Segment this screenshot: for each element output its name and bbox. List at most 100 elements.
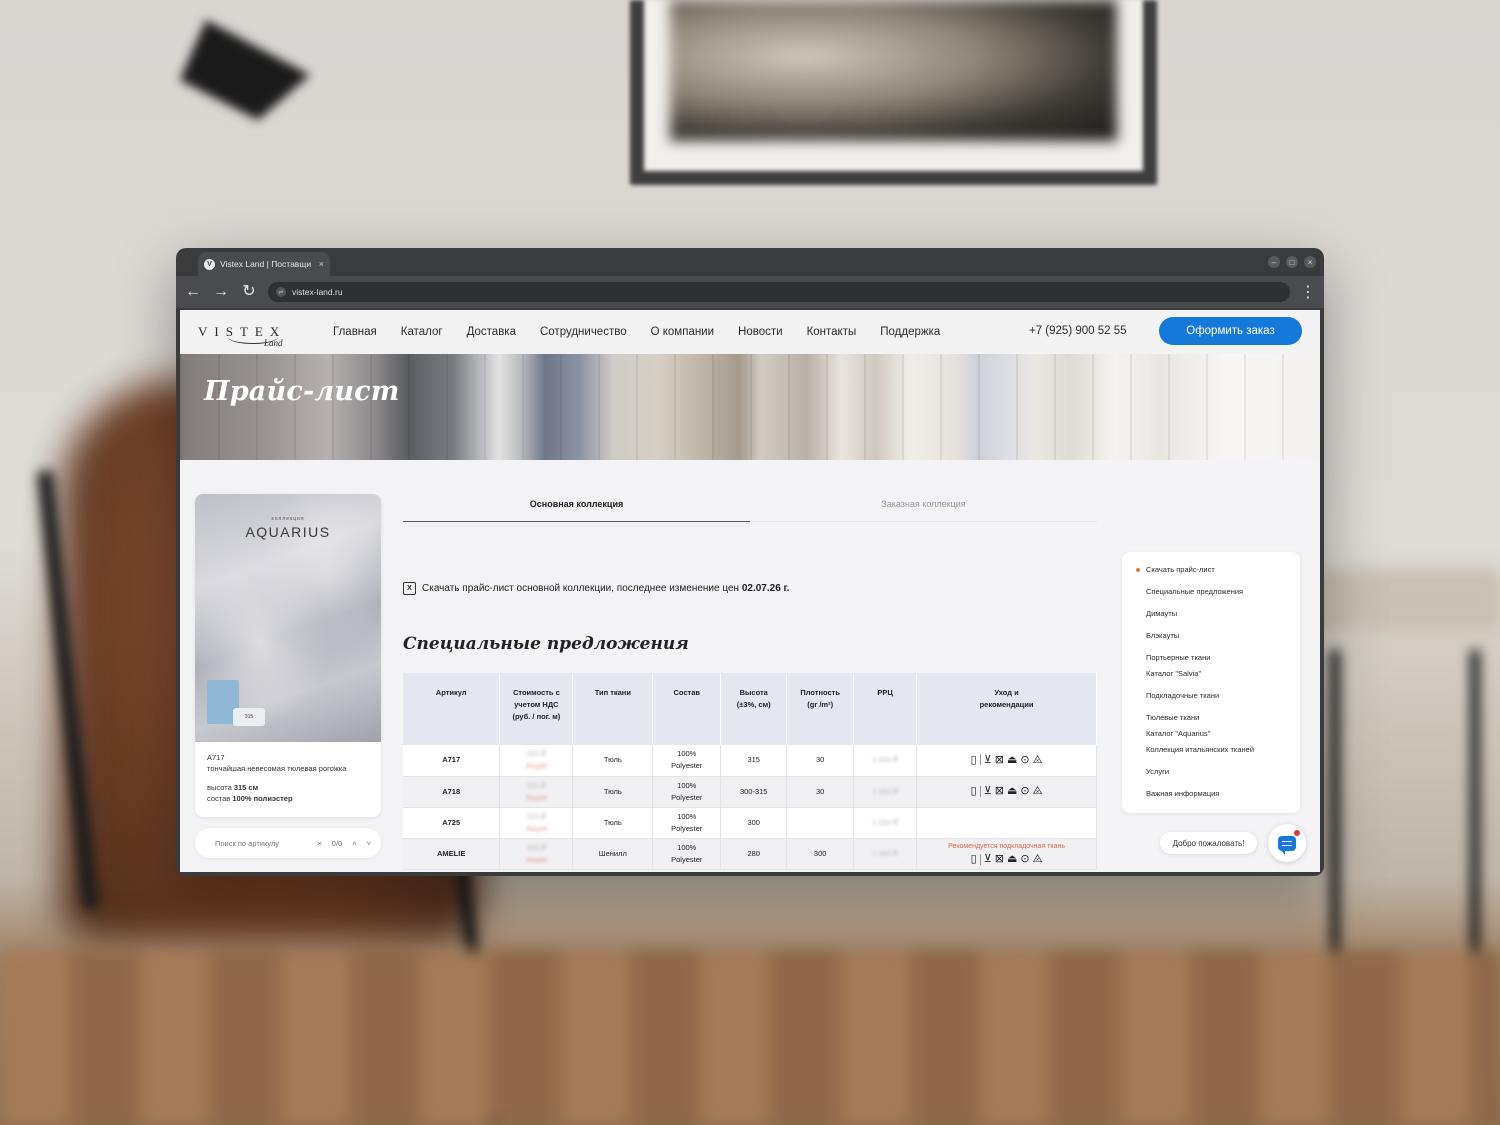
clear-icon[interactable]: × <box>317 839 321 848</box>
cell-height: 315 <box>720 745 788 777</box>
cell-density <box>786 807 855 839</box>
search-input[interactable]: Поиск по артикулу <box>215 839 307 848</box>
product-card[interactable]: коллекция AQUARIUS 315 A717 тончайшая не… <box>195 494 381 817</box>
toc-lining-fabrics[interactable]: Подкладочные ткани <box>1134 688 1288 704</box>
hero-banner: Прайс-лист <box>180 354 1320 460</box>
tab-main-collection[interactable]: Основная коллекция <box>403 486 750 522</box>
nav-delivery[interactable]: Доставка <box>467 326 516 338</box>
article-search[interactable]: Поиск по артикулу × 0/0 ˄ ˅ <box>195 828 381 858</box>
chat-icon <box>1278 835 1296 855</box>
browser-menu-icon[interactable]: ⋮ <box>1300 282 1316 302</box>
tumble-dry-icon: ▯ <box>970 785 977 797</box>
toc-dimouts[interactable]: Димауты <box>1134 606 1288 622</box>
toc-important-info[interactable]: Важная информация <box>1134 786 1288 802</box>
cell-price: 325 ₽ Акция <box>499 745 574 777</box>
tab-close-icon[interactable]: × <box>319 259 324 269</box>
back-arrow-icon[interactable]: ← <box>184 284 202 300</box>
site-logo[interactable]: VISTEX Land <box>198 316 288 350</box>
table-row[interactable]: A718 325 ₽ Акция Тюль 100% Polyester 300-… <box>403 776 1097 808</box>
cell-price: 325 ₽ Акция <box>499 838 574 870</box>
toc-catalog-salvia[interactable]: Каталог "Salvia" <box>1134 666 1288 682</box>
col-care: Уход и рекомендации <box>916 673 1097 745</box>
chat-button[interactable] <box>1268 824 1306 862</box>
care-icons: ▯ ⊻ ⊠ ⏏ ⊙ ⨻ <box>971 785 1043 797</box>
toc-blackouts[interactable]: Блэкауты <box>1134 628 1288 644</box>
download-text: Скачать прайс-лист основной коллекции, п… <box>422 583 790 594</box>
care-icons: ▯ ⊻ ⊠ ⏏ ⊙ ⨻ <box>971 853 1043 865</box>
cell-composition: 100% Polyester <box>652 807 722 839</box>
table-row[interactable]: A725 325 ₽ Акция Тюль 100% Polyester 300 … <box>403 807 1097 839</box>
tab-custom-collection[interactable]: Заказная коллекция <box>750 486 1097 522</box>
site-info-icon[interactable]: ⇌ <box>276 287 286 297</box>
nav-about[interactable]: О компании <box>651 326 714 338</box>
welcome-bubble[interactable]: Добро пожаловать! <box>1160 832 1257 854</box>
cell-composition: 100% Polyester <box>652 776 722 808</box>
iron-icon: ⏏ <box>1006 753 1018 766</box>
maximize-icon[interactable]: □ <box>1286 256 1298 268</box>
tumble-dry-icon: ▯ <box>970 753 977 766</box>
no-bleach-icon: ⨻ <box>1032 785 1043 797</box>
cell-density: 300 <box>786 838 855 870</box>
tab-title: Vistex Land | Поставщи <box>220 259 312 269</box>
close-window-icon[interactable]: × <box>1304 256 1316 268</box>
cell-height: 280 <box>720 838 788 870</box>
col-rrp: РРЦ <box>853 673 918 745</box>
nav-home[interactable]: Главная <box>333 326 377 338</box>
order-button[interactable]: Оформить заказ <box>1159 317 1302 345</box>
nav-support[interactable]: Поддержка <box>880 326 940 338</box>
toc-catalog-aquarius[interactable]: Каталог "Aquarius" <box>1134 726 1288 742</box>
toc-download[interactable]: Скачать прайс-лист <box>1134 562 1288 578</box>
reload-icon[interactable]: ↻ <box>240 284 258 300</box>
recommendation-note: Рекомендуется подкладочная ткань <box>948 843 1065 850</box>
url-field[interactable]: ⇌ vistex-land.ru <box>268 282 1290 302</box>
browser-window: V Vistex Land | Поставщи × – □ × ← → ↻ ⇌… <box>176 248 1324 876</box>
toc-special-offers[interactable]: Специальные предложения <box>1134 584 1288 600</box>
cell-article: A718 <box>403 776 501 808</box>
tumble-dry-icon: ▯ <box>970 853 977 865</box>
cell-article: A717 <box>403 745 501 777</box>
table-row[interactable]: A717 325 ₽ Акция Тюль 100% Polyester 315 … <box>403 745 1097 777</box>
col-density: Плотность (gr /m²) <box>786 673 855 745</box>
nav-news[interactable]: Новости <box>738 326 783 338</box>
toc-tulle-fabrics[interactable]: Тюлевые ткани <box>1134 710 1288 726</box>
tab-bar: V Vistex Land | Поставщи × – □ × <box>176 248 1324 276</box>
product-height: высота 315 см <box>207 783 259 792</box>
browser-tab[interactable]: V Vistex Land | Поставщи × <box>198 252 330 276</box>
col-composition: Состав <box>652 673 722 745</box>
nav-cooperation[interactable]: Сотрудничество <box>540 326 627 338</box>
excel-file-icon: X <box>403 582 416 595</box>
chevron-down-icon[interactable]: ˅ <box>367 839 371 848</box>
notification-dot <box>1294 830 1300 836</box>
wash-icon: ⊻ <box>983 785 992 797</box>
minimize-icon[interactable]: – <box>1268 256 1280 268</box>
chevron-up-icon[interactable]: ˄ <box>352 839 356 848</box>
main-nav: Главная Каталог Доставка Сотрудничество … <box>333 310 964 354</box>
col-price: Стоимость с учетом НДС (руб. / пог. м) <box>499 673 574 745</box>
window-controls: – □ × <box>1268 256 1316 268</box>
no-tumble-icon: ⊠ <box>994 853 1004 865</box>
product-article: A717 <box>207 753 225 762</box>
care-icons: ▯ ⊻ ⊠ ⏏ ⊙ ⨻ <box>971 754 1043 766</box>
wash-icon: ⊻ <box>983 753 992 766</box>
table-row[interactable]: AMELIE 325 ₽ Акция Шенилл 100% Polyester … <box>403 838 1097 870</box>
background-wall <box>1300 570 1500 630</box>
wash-icon: ⊻ <box>983 853 992 865</box>
toc-curtain-fabrics[interactable]: Портьерные ткани <box>1134 650 1288 666</box>
nav-contacts[interactable]: Контакты <box>807 326 857 338</box>
download-price-list-link[interactable]: X Скачать прайс-лист основной коллекции,… <box>403 582 790 595</box>
cell-price: 325 ₽ Акция <box>499 807 574 839</box>
toc-services[interactable]: Услуги <box>1134 764 1288 780</box>
col-height: Высота (±3%, см) <box>720 673 788 745</box>
logo-sub: Land <box>264 338 283 348</box>
nav-catalog[interactable]: Каталог <box>401 326 443 338</box>
page-viewport: VISTEX Land Главная Каталог Доставка Сот… <box>180 310 1320 872</box>
toc-italian-collection[interactable]: Коллекция итальянских тканей <box>1134 742 1288 758</box>
background-picture-frame <box>630 0 1157 185</box>
cell-article: A725 <box>403 807 501 839</box>
forward-arrow-icon[interactable]: → <box>212 284 230 300</box>
product-description: тончайшая невесомая тюлевая рогожка <box>207 764 347 773</box>
product-composition: состав 100% полиэстер <box>207 794 293 803</box>
phone-link[interactable]: +7 (925) 900 52 55 <box>1029 325 1127 337</box>
background-floor <box>0 950 1500 1125</box>
no-tumble-icon: ⊠ <box>994 753 1004 766</box>
